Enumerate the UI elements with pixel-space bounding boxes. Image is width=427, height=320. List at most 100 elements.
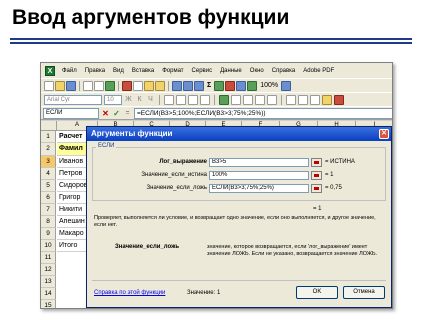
comma-style-icon[interactable] xyxy=(243,94,253,105)
divider xyxy=(92,280,386,281)
enter-formula-icon[interactable]: ✓ xyxy=(112,109,121,118)
menu-adobe-pdf[interactable]: Adobe PDF xyxy=(299,68,338,74)
row-header[interactable]: 5 xyxy=(41,180,56,192)
redo-icon[interactable] xyxy=(183,80,193,91)
row-header[interactable]: 9 xyxy=(41,228,56,240)
value-label: Значение: xyxy=(187,290,216,296)
row-header[interactable]: 3 xyxy=(41,156,56,168)
row-header[interactable]: 13 xyxy=(41,276,56,288)
paste-icon[interactable] xyxy=(144,80,154,91)
row-header[interactable]: 4 xyxy=(41,168,56,180)
row-header[interactable]: 8 xyxy=(41,216,56,228)
menu-file[interactable]: Файл xyxy=(58,68,81,74)
currency-icon[interactable] xyxy=(219,94,229,105)
decrease-decimal-icon[interactable] xyxy=(267,94,277,105)
toolbar-separator xyxy=(79,80,80,91)
font-color-icon[interactable] xyxy=(334,94,344,105)
increase-indent-icon[interactable] xyxy=(298,94,308,105)
toolbar-separator xyxy=(118,80,119,91)
sort-ascending-icon[interactable] xyxy=(214,80,225,91)
formula-input[interactable]: =ЕСЛИ(B3>5;100%;ЕСЛИ(B3>3;75%;25%)) xyxy=(134,107,392,119)
row-header[interactable]: 10 xyxy=(41,240,56,252)
chart-wizard-icon[interactable] xyxy=(236,80,247,91)
new-document-icon[interactable] xyxy=(44,80,54,91)
row-header[interactable]: 11 xyxy=(41,252,56,264)
menu-window[interactable]: Окно xyxy=(246,68,268,74)
arg-result-logical-test: = ИСТИНА xyxy=(325,159,355,165)
row-header[interactable]: 1 xyxy=(41,131,56,143)
print-icon[interactable] xyxy=(83,80,93,91)
value-readout: Значение: 1 xyxy=(187,290,220,296)
menu-view[interactable]: Вид xyxy=(109,68,128,74)
row-header[interactable]: 12 xyxy=(41,264,56,276)
copy-icon[interactable] xyxy=(133,80,143,91)
edit-formula-icon[interactable]: = xyxy=(123,109,132,117)
name-box[interactable]: ЕСЛИ xyxy=(43,107,99,119)
spelling-icon[interactable] xyxy=(105,80,115,91)
borders-icon[interactable] xyxy=(310,94,320,105)
drawing-icon[interactable] xyxy=(247,80,258,91)
value-if-true-input[interactable]: 100% xyxy=(209,171,309,180)
menu-tools[interactable]: Сервис xyxy=(188,68,217,74)
dialog-title: Аргументы функции xyxy=(87,127,391,141)
formatting-toolbar: Arial Cyr 10 Ж К Ч xyxy=(41,92,392,106)
font-select[interactable]: Arial Cyr xyxy=(44,94,102,105)
autosum-icon[interactable]: Σ xyxy=(205,82,213,89)
decrease-indent-icon[interactable] xyxy=(286,94,296,105)
align-center-icon[interactable] xyxy=(176,94,186,105)
increase-decimal-icon[interactable] xyxy=(255,94,265,105)
title-rule-secondary xyxy=(10,42,412,44)
bold-button[interactable]: Ж xyxy=(124,96,133,103)
cut-icon[interactable] xyxy=(122,80,132,91)
italic-button[interactable]: К xyxy=(135,96,144,103)
undo-icon[interactable] xyxy=(172,80,182,91)
row-header[interactable]: 6 xyxy=(41,192,56,204)
toolbar-separator xyxy=(159,94,160,105)
cancel-button[interactable]: Отмена xyxy=(343,286,385,299)
menu-help[interactable]: Справка xyxy=(268,68,300,74)
arg-label-value-if-true: Значение_если_истина xyxy=(141,172,207,178)
save-icon[interactable] xyxy=(66,80,76,91)
excel-app-icon[interactable]: X xyxy=(45,65,55,76)
menu-insert[interactable]: Вставка xyxy=(128,68,158,74)
align-left-icon[interactable] xyxy=(164,94,174,105)
menu-data[interactable]: Данные xyxy=(216,68,246,74)
help-icon[interactable] xyxy=(281,80,292,91)
merge-center-icon[interactable] xyxy=(200,94,210,105)
toolbar-separator xyxy=(168,80,169,91)
function-name: ЕСЛИ xyxy=(96,143,117,149)
print-preview-icon[interactable] xyxy=(94,80,104,91)
format-painter-icon[interactable] xyxy=(155,80,165,91)
sort-descending-icon[interactable] xyxy=(225,80,236,91)
underline-button[interactable]: Ч xyxy=(146,96,155,103)
menu-edit[interactable]: Правка xyxy=(81,68,109,74)
collapse-dialog-icon[interactable] xyxy=(311,184,322,193)
row-header[interactable]: 14 xyxy=(41,288,56,300)
zoom-select[interactable]: 100% xyxy=(258,82,280,89)
current-arg-name: Значение_если_ложь xyxy=(115,244,180,250)
help-link[interactable]: Справка по этой функции xyxy=(94,290,165,296)
value-if-false-input[interactable]: ЕСЛИ(B3>3;75%;25%) xyxy=(209,184,309,193)
row-header[interactable]: 2 xyxy=(41,143,56,156)
function-arguments-dialog: Аргументы функции ✕ ЕСЛИ Лог_выражение B… xyxy=(86,126,392,308)
percent-icon[interactable] xyxy=(231,94,241,105)
row-header[interactable]: 7 xyxy=(41,204,56,216)
arg-label-value-if-false: Значение_если_ложь xyxy=(146,185,207,191)
fill-color-icon[interactable] xyxy=(322,94,332,105)
align-right-icon[interactable] xyxy=(188,94,198,105)
function-description: Проверяет, выполняется ли условие, и воз… xyxy=(94,215,376,228)
hyperlink-icon[interactable] xyxy=(194,80,204,91)
open-folder-icon[interactable] xyxy=(55,80,65,91)
logical-test-input[interactable]: B3>5 xyxy=(209,158,309,167)
formula-bar: ЕСЛИ ✕ ✓ = =ЕСЛИ(B3>5;100%;ЕСЛИ(B3>3;75%… xyxy=(41,106,392,120)
menu-format[interactable]: Формат xyxy=(158,68,187,74)
collapse-dialog-icon[interactable] xyxy=(311,158,322,167)
font-size-select[interactable]: 10 xyxy=(104,94,122,105)
ok-button[interactable]: OK xyxy=(296,286,338,299)
select-all-corner[interactable] xyxy=(41,121,57,131)
toolbar-separator xyxy=(214,94,215,105)
row-header[interactable]: 15 xyxy=(41,300,56,308)
cancel-formula-icon[interactable]: ✕ xyxy=(101,109,110,118)
close-icon[interactable]: ✕ xyxy=(379,129,389,139)
collapse-dialog-icon[interactable] xyxy=(311,171,322,180)
